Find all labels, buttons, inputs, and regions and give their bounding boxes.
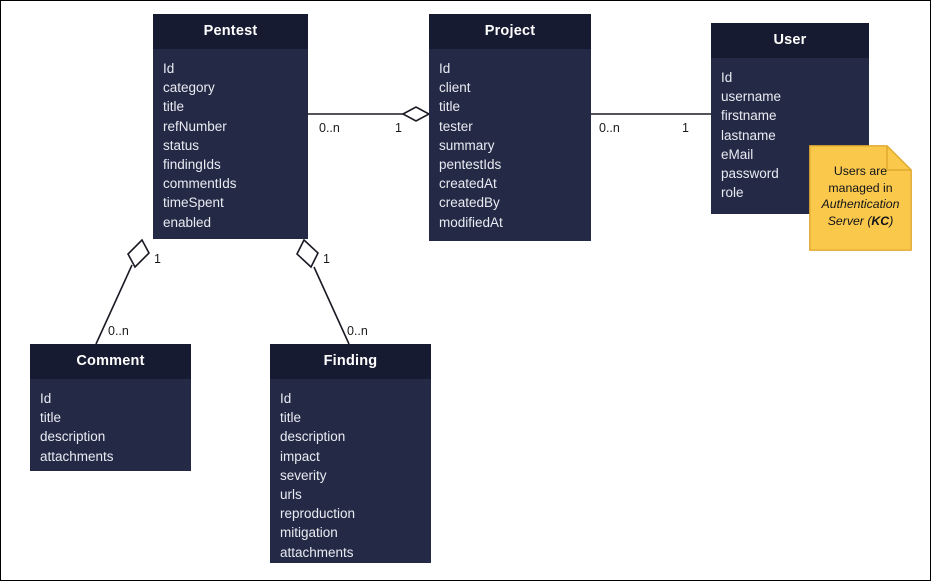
attribute-item: Id (439, 61, 451, 76)
attribute-item: status (163, 137, 200, 153)
attribute-item: title (163, 99, 185, 115)
multiplicity-project-user-source: 0..n (599, 121, 620, 135)
multiplicity-pentest-comment-source: 1 (154, 252, 161, 266)
class-title-pentest: Pentest (153, 14, 308, 49)
attribute-item: username (721, 89, 782, 105)
attribute-item: Id (163, 61, 175, 76)
attribute-item: refNumber (163, 118, 227, 134)
attribute-item: modifiedAt (439, 214, 503, 230)
attribute-item: severity (280, 467, 327, 483)
attribute-item: reproduction (280, 506, 356, 522)
attribute-item: impact (280, 448, 320, 464)
class-title-comment: Comment (30, 344, 191, 379)
attribute-list-comment: Id title description attachments (30, 379, 191, 476)
attribute-item: description (280, 429, 346, 445)
attribute-item: pentestIds (439, 157, 502, 173)
note-line-2: managed in (828, 180, 893, 195)
attribute-item: client (439, 80, 471, 96)
note-line-3: Authentication (821, 197, 900, 211)
class-box-project[interactable]: Project Id client title tester summary p… (429, 14, 591, 241)
attribute-item: description (40, 429, 106, 445)
attribute-item: Id (280, 391, 292, 406)
attribute-item: findingIds (163, 157, 221, 173)
attribute-item: category (163, 80, 215, 96)
multiplicity-project-user-target: 1 (682, 121, 689, 135)
class-box-finding[interactable]: Finding Id title description impact seve… (270, 344, 431, 563)
attribute-list-finding: Id title description impact severity url… (270, 379, 431, 572)
multiplicity-pentest-finding-target: 0..n (347, 324, 368, 338)
attribute-item: title (280, 410, 302, 426)
note-line-4: Server ( (827, 213, 872, 228)
attribute-item: urls (280, 487, 302, 503)
aggregation-diamond-icon (401, 106, 431, 122)
note-line-4-tail: ) (889, 213, 894, 228)
class-title-finding: Finding (270, 344, 431, 379)
sticky-note-user[interactable]: Users are managed in Authentication Serv… (809, 145, 912, 251)
class-box-comment[interactable]: Comment Id title description attachments (30, 344, 191, 471)
attribute-item: Id (40, 391, 52, 406)
class-title-user: User (711, 23, 869, 58)
attribute-item: createdAt (439, 176, 497, 192)
attribute-item: timeSpent (163, 195, 224, 211)
class-title-project: Project (429, 14, 591, 49)
aggregation-diamond-icon (296, 238, 319, 269)
attribute-item: lastname (721, 127, 776, 143)
multiplicity-pentest-project-target: 1 (395, 121, 402, 135)
attribute-item: firstname (721, 108, 777, 124)
relation-pentest-project (308, 106, 431, 122)
attribute-list-project: Id client title tester summary pentestId… (429, 49, 591, 242)
attribute-item: summary (439, 137, 495, 153)
multiplicity-pentest-finding-source: 1 (323, 252, 330, 266)
attribute-item: attachments (280, 544, 354, 560)
note-text: Users are managed in Authentication Serv… (809, 145, 912, 229)
class-box-pentest[interactable]: Pentest Id category title refNumber stat… (153, 14, 308, 239)
attribute-item: mitigation (280, 525, 338, 541)
attribute-item: enabled (163, 214, 212, 230)
attribute-item: Id (721, 70, 733, 85)
attribute-item: tester (439, 118, 473, 134)
attribute-item: attachments (40, 448, 114, 464)
uml-class-diagram-canvas: 0..n 1 0..n 1 1 0..n 1 0..n Pentest Id c… (0, 0, 931, 581)
note-line-1: Users are (833, 164, 888, 178)
note-line-4-emphasis: KC (871, 213, 890, 228)
attribute-item: title (439, 99, 461, 115)
aggregation-diamond-icon (127, 238, 150, 269)
multiplicity-pentest-project-source: 0..n (319, 121, 340, 135)
attribute-list-pentest: Id category title refNumber status findi… (153, 49, 308, 242)
multiplicity-pentest-comment-target: 0..n (108, 324, 129, 338)
attribute-item: title (40, 410, 62, 426)
attribute-item: createdBy (439, 195, 500, 211)
attribute-item: commentIds (163, 176, 237, 192)
